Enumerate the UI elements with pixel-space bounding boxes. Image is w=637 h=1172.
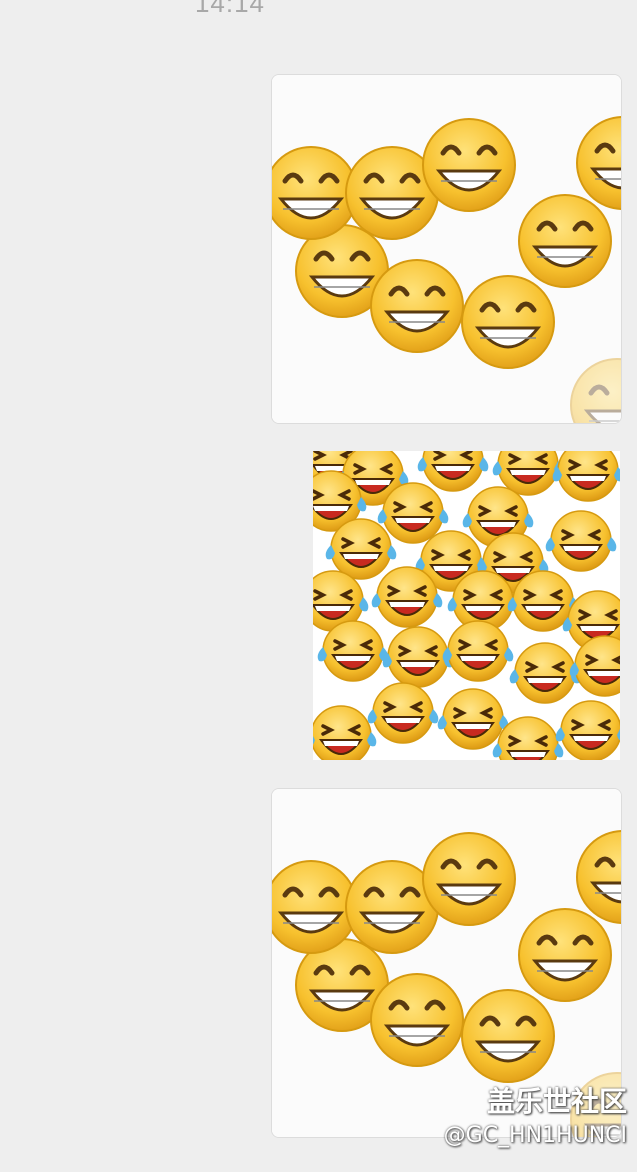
sticker-message[interactable] xyxy=(271,74,622,424)
grinning-faces-sticker-icon xyxy=(272,75,621,423)
watermark-user: @GC_HN1HUNCI xyxy=(443,1123,627,1148)
tears-of-joy-faces-sticker-icon xyxy=(313,451,620,760)
watermark-site: 盖乐世社区 xyxy=(486,1085,627,1118)
chat-timestamp: 14:14 xyxy=(194,0,266,18)
sticker-message[interactable] xyxy=(313,451,620,760)
